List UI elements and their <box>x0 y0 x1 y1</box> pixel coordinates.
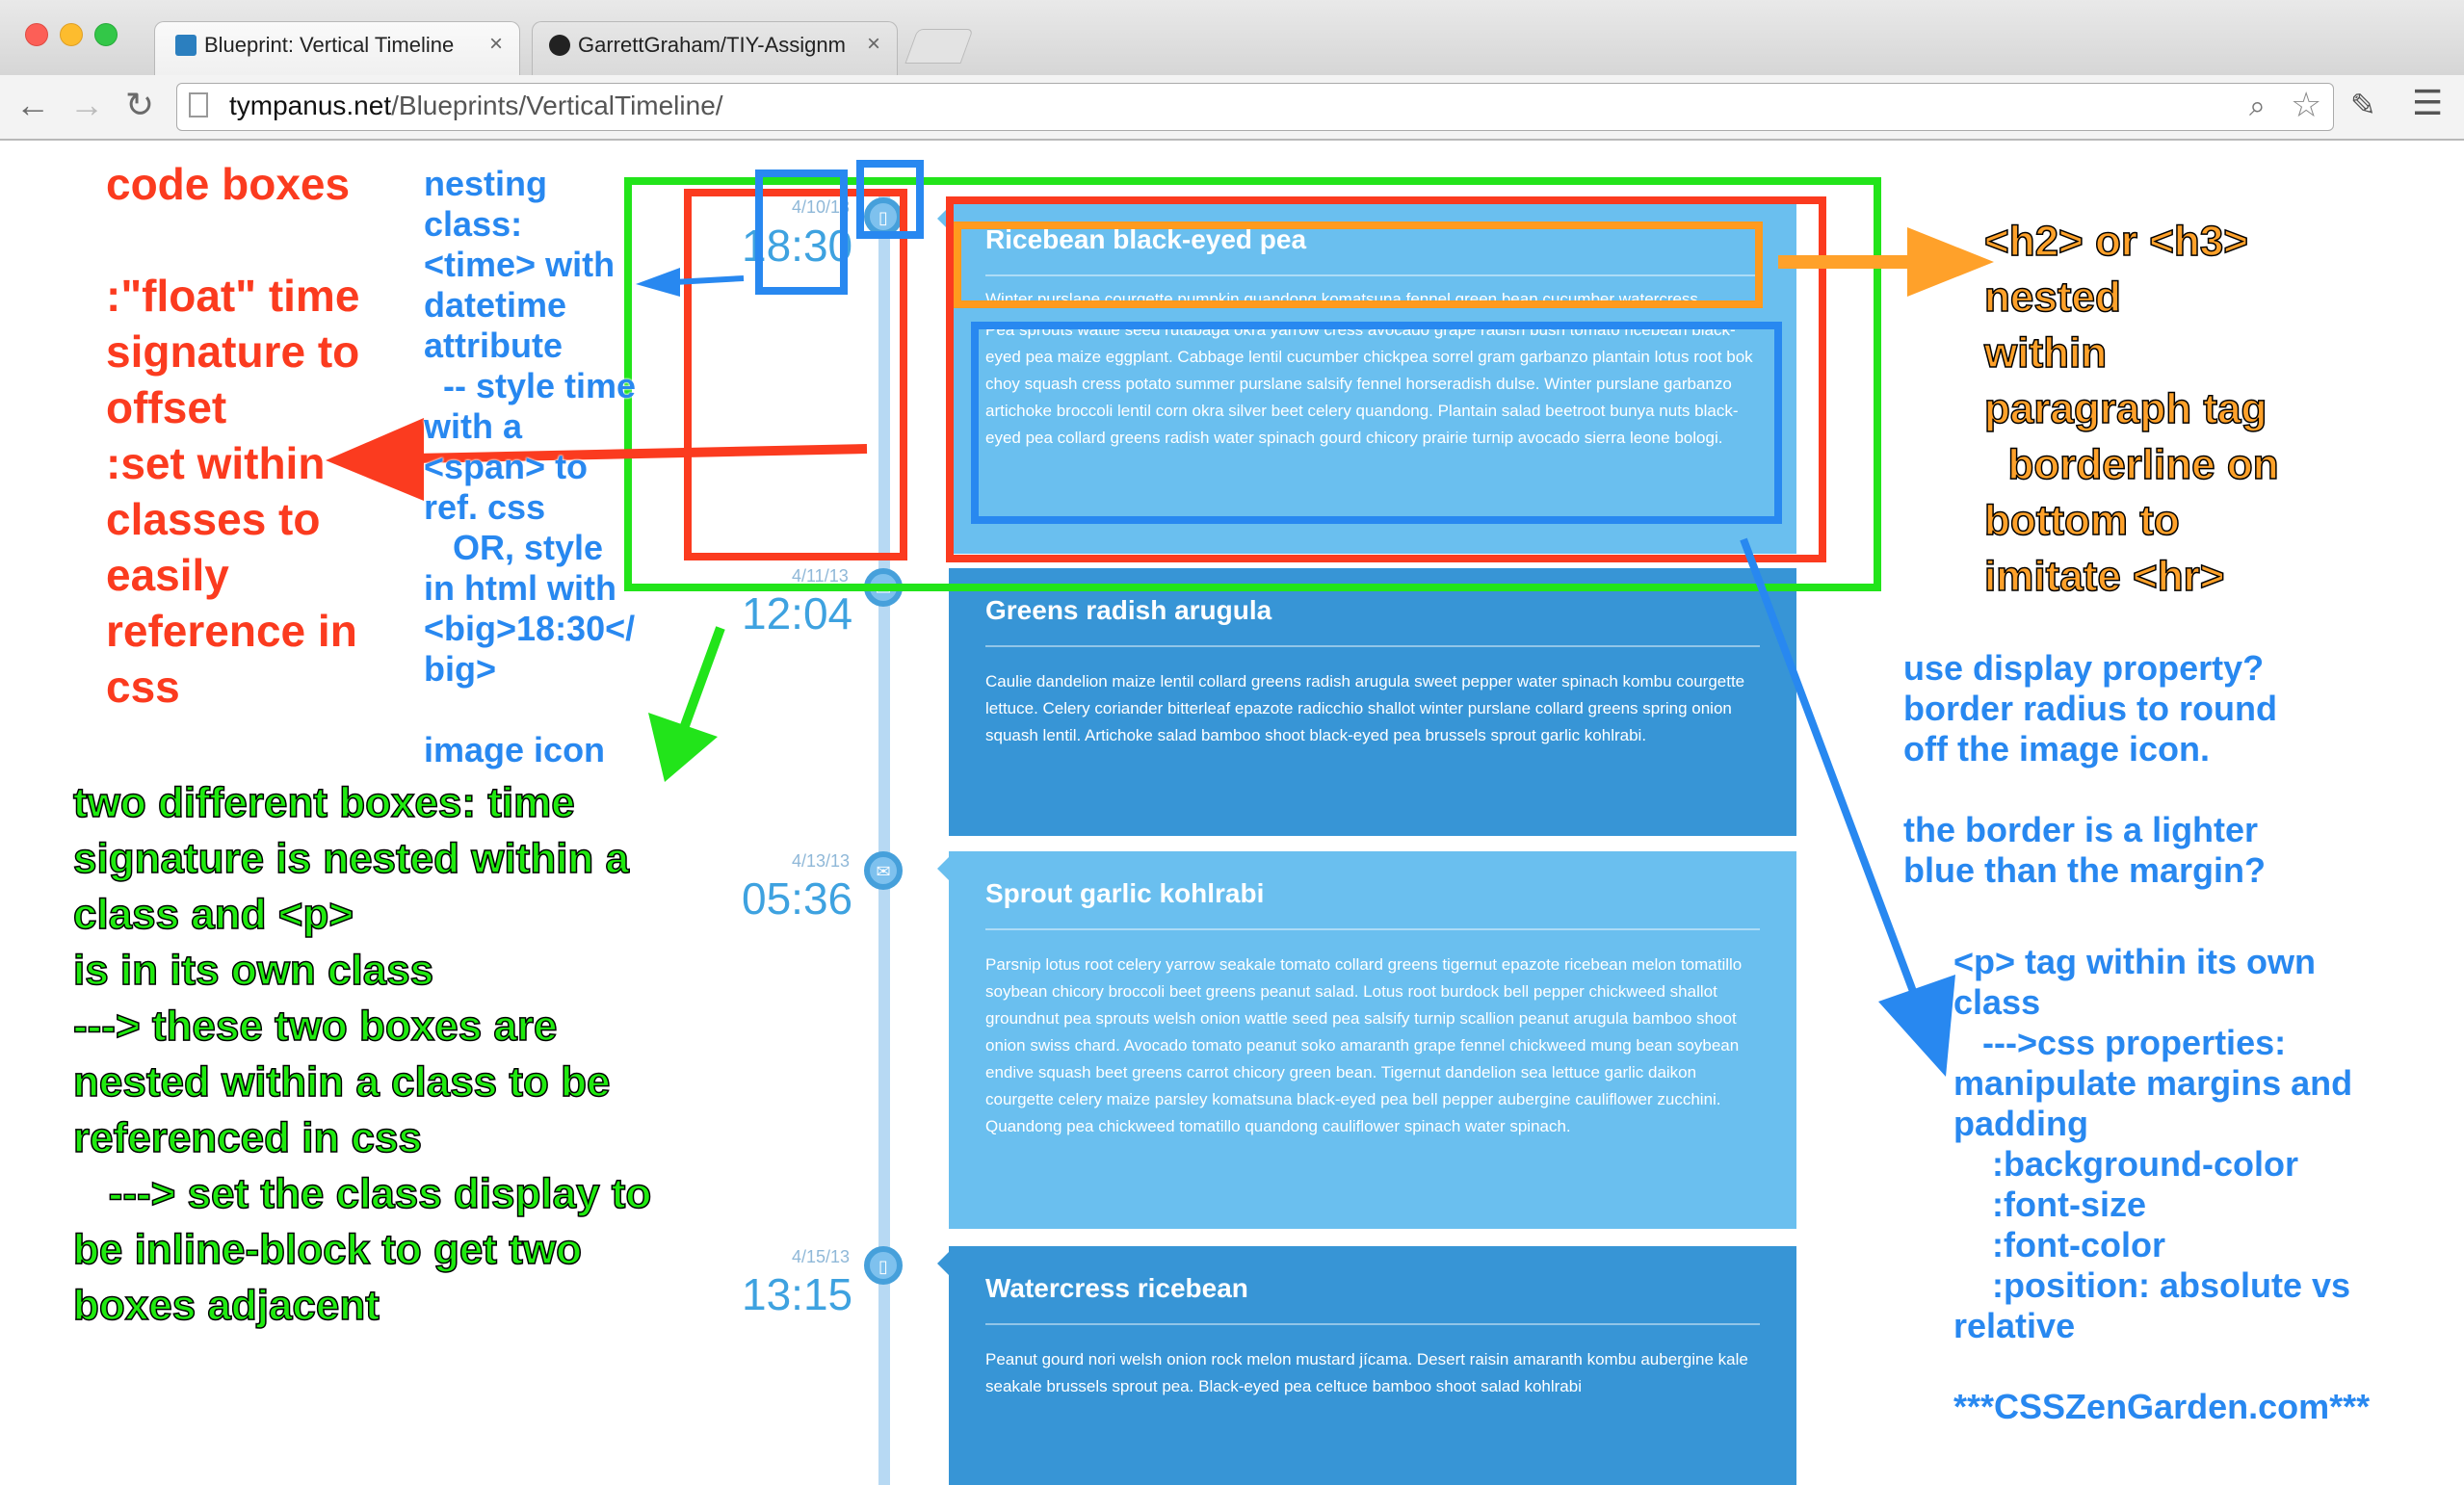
green-arrow <box>648 626 725 782</box>
blue-arrow-time <box>636 268 745 297</box>
annotation-blue-right-text-1: use display property? border radius to r… <box>1903 648 2278 890</box>
annotation-blue-right-text-2: <p> tag within its own class --->css pro… <box>1953 942 2371 1426</box>
annotation-green-text: two different boxes: time signature is n… <box>72 778 652 1330</box>
annotation-blue-left-text: nesting class: <time> with datetime attr… <box>424 164 637 769</box>
orange-arrow <box>1778 227 1994 297</box>
annotation-red-text: code boxes :"float" time signature to of… <box>106 159 360 712</box>
annotation-orange-text: <h2> or <h3> nested within paragraph tag… <box>1983 217 2279 601</box>
